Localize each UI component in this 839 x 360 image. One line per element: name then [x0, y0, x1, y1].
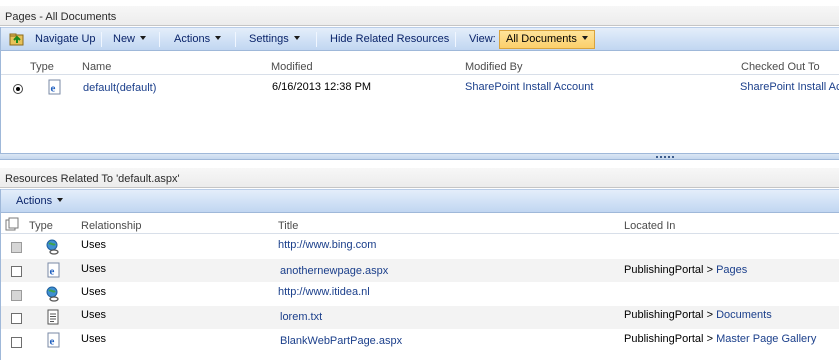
chevron-down-icon: [57, 198, 64, 202]
pages-panel-title-text: Pages - All Documents: [5, 11, 117, 23]
row-checkbox[interactable]: [11, 313, 22, 324]
actions-menu-label: Actions: [174, 33, 211, 45]
table-row[interactable]: e Uses anothernewpage.aspx PublishingPor…: [0, 259, 839, 282]
navigate-up-button[interactable]: Navigate Up: [35, 28, 96, 50]
ie-page-icon: e: [47, 332, 60, 348]
settings-menu-button[interactable]: Settings: [249, 28, 300, 50]
chevron-down-icon: [215, 36, 222, 40]
ie-page-icon: e: [47, 262, 60, 278]
pages-toolbar: Navigate Up New Actions Settings Hide Re…: [0, 27, 839, 51]
row-checkbox[interactable]: [11, 337, 22, 348]
svg-text:e: e: [50, 336, 55, 348]
located-in-library-link[interactable]: Pages: [716, 264, 747, 276]
related-column-header: Type Relationship Title Located In: [0, 216, 839, 234]
chevron-down-icon: [581, 36, 588, 40]
globe-link-icon: [46, 286, 59, 302]
toolbar-separator: [159, 32, 160, 47]
row-select-radio[interactable]: [13, 84, 23, 94]
pages-column-header: Type Name Modified Modified By Checked O…: [0, 57, 839, 75]
hide-related-resources-button[interactable]: Hide Related Resources: [330, 28, 449, 50]
view-selector-value: All Documents: [506, 33, 577, 45]
located-in: PublishingPortal > Documents: [624, 309, 772, 321]
svg-text:e: e: [51, 83, 56, 95]
view-selector-dropdown[interactable]: All Documents: [499, 30, 595, 49]
splitter-grip-icon[interactable]: [656, 156, 676, 158]
svg-text:e: e: [50, 266, 55, 278]
chevron-down-icon: [140, 36, 147, 40]
resource-title-link[interactable]: lorem.txt: [280, 311, 322, 323]
breadcrumb-separator: >: [706, 333, 713, 345]
globe-link-icon: [46, 239, 59, 255]
located-in: PublishingPortal > Master Page Gallery: [624, 333, 816, 345]
toolbar-separator: [101, 32, 102, 47]
table-row[interactable]: Uses lorem.txt PublishingPortal > Docume…: [0, 306, 839, 329]
related-panel-title-text: Resources Related To 'default.aspx': [5, 173, 180, 185]
view-label: View:: [469, 33, 496, 45]
breadcrumb-separator: >: [706, 264, 713, 276]
column-header-modified-by[interactable]: Modified By: [465, 61, 522, 73]
text-file-icon: [47, 309, 59, 325]
actions-menu-button[interactable]: Actions: [174, 28, 222, 50]
checked-out-to-link[interactable]: SharePoint Install Account: [740, 81, 839, 93]
resource-title-link[interactable]: http://www.bing.com: [278, 239, 376, 251]
relationship-text: Uses: [81, 286, 107, 298]
panel-border: [0, 189, 1, 360]
resource-title-link[interactable]: anothernewpage.aspx: [280, 265, 388, 277]
related-toolbar: Actions: [0, 189, 839, 213]
located-in-library-link[interactable]: Master Page Gallery: [716, 333, 816, 345]
panel-splitter[interactable]: [0, 153, 839, 160]
column-header-checked-out-to[interactable]: Checked Out To: [741, 61, 820, 73]
navigate-up-icon[interactable]: [9, 31, 25, 47]
column-header-type[interactable]: Type: [29, 220, 53, 232]
located-in-site: PublishingPortal: [624, 333, 704, 345]
ie-page-icon: e: [48, 79, 61, 95]
table-row[interactable]: e Uses BlankWebPartPage.aspx PublishingP…: [0, 330, 839, 353]
settings-menu-label: Settings: [249, 33, 289, 45]
breadcrumb-separator: >: [706, 309, 713, 321]
new-menu-label: New: [113, 33, 136, 45]
toolbar-separator: [235, 32, 236, 47]
related-actions-label: Actions: [16, 195, 53, 207]
table-row[interactable]: Uses http://www.bing.com: [0, 235, 839, 258]
related-actions-menu-button[interactable]: Actions: [16, 190, 64, 212]
relationship-text: Uses: [81, 239, 107, 251]
located-in: PublishingPortal > Pages: [624, 264, 747, 276]
resource-title-link[interactable]: BlankWebPartPage.aspx: [280, 335, 402, 347]
toolbar-separator: [455, 32, 456, 47]
row-checkbox[interactable]: [11, 290, 22, 301]
chevron-down-icon: [293, 36, 300, 40]
table-row[interactable]: e default(default) 6/16/2013 12:38 PM Sh…: [0, 76, 839, 100]
relationship-text: Uses: [81, 333, 107, 345]
relationship-text: Uses: [81, 263, 107, 275]
relationship-text: Uses: [81, 309, 107, 321]
column-header-name[interactable]: Name: [82, 61, 111, 73]
located-in-site: PublishingPortal: [624, 264, 704, 276]
column-header-located-in[interactable]: Located In: [624, 220, 675, 232]
modified-by-link[interactable]: SharePoint Install Account: [465, 81, 593, 93]
column-header-relationship[interactable]: Relationship: [81, 220, 142, 232]
column-header-type[interactable]: Type: [30, 61, 54, 73]
related-panel-title: Resources Related To 'default.aspx': [0, 168, 839, 188]
toolbar-separator: [316, 32, 317, 47]
new-menu-button[interactable]: New: [113, 28, 147, 50]
column-header-modified[interactable]: Modified: [271, 61, 313, 73]
resource-title-link[interactable]: http://www.itidea.nl: [278, 286, 370, 298]
row-checkbox[interactable]: [11, 242, 22, 253]
column-header-title[interactable]: Title: [278, 220, 298, 232]
document-name-link[interactable]: default(default): [83, 82, 156, 94]
located-in-library-link[interactable]: Documents: [716, 309, 772, 321]
located-in-site: PublishingPortal: [624, 309, 704, 321]
table-row[interactable]: Uses http://www.itidea.nl: [0, 283, 839, 306]
row-checkbox[interactable]: [11, 266, 22, 277]
panel-border: [0, 27, 1, 153]
select-all-checkbox-icon[interactable]: [5, 217, 20, 232]
pages-panel-title: Pages - All Documents: [0, 6, 839, 26]
modified-date: 6/16/2013 12:38 PM: [272, 81, 372, 93]
